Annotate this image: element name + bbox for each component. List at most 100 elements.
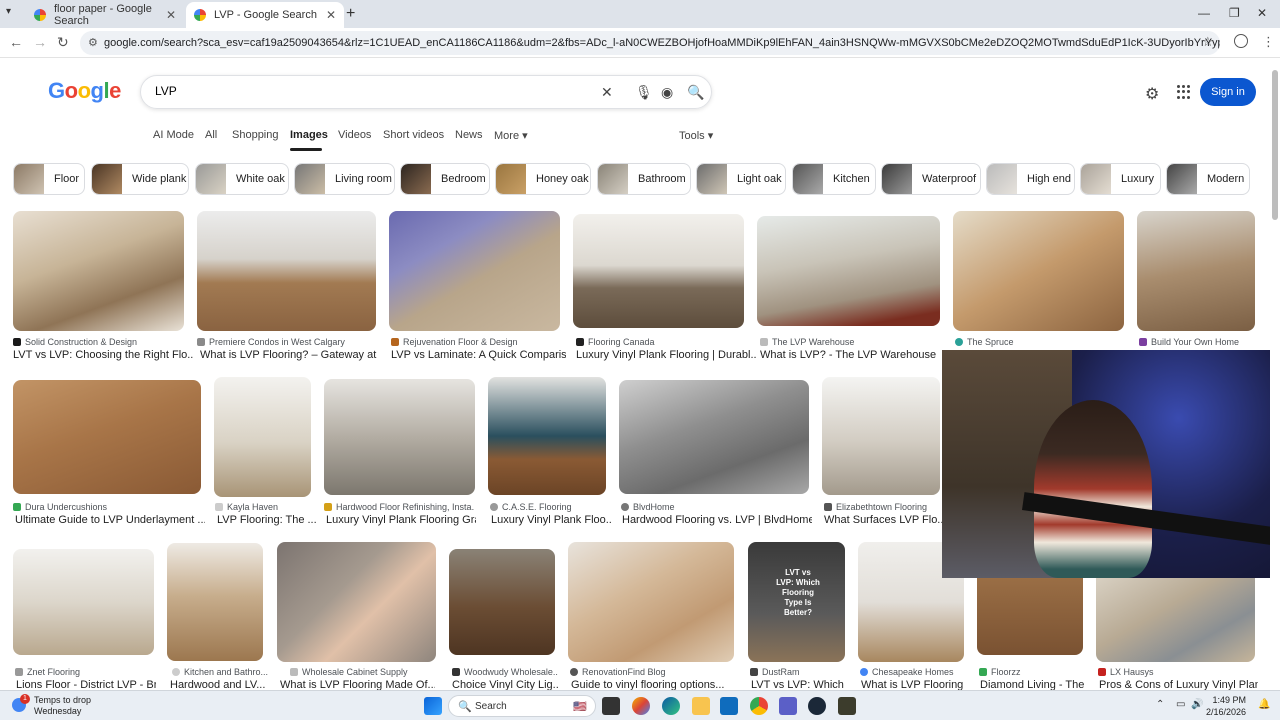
close-window-icon[interactable]: ✕ <box>1257 6 1267 20</box>
chip-living-room[interactable]: Living room <box>294 163 395 195</box>
tab-ai-mode[interactable]: AI Mode <box>153 129 194 141</box>
result-thumbnail[interactable] <box>619 380 809 494</box>
result-title[interactable]: LVP vs Laminate: A Quick Comparison <box>391 349 566 361</box>
chip-bathroom[interactable]: Bathroom <box>597 163 691 195</box>
result-source[interactable]: Woodwudy Wholesale... <box>452 667 558 677</box>
result-title[interactable]: Luxury Vinyl Plank Flooring Gra... <box>326 514 476 526</box>
tab-floor-paper[interactable]: floor paper - Google Search ✕ <box>26 2 184 28</box>
result-source[interactable]: C.A.S.E. Flooring <box>490 502 610 512</box>
result-source[interactable]: RenovationFind Blog <box>570 667 736 677</box>
scrollbar-thumb[interactable] <box>1272 70 1278 220</box>
google-apps-icon[interactable] <box>1177 85 1191 99</box>
result-source[interactable]: Rejuvenation Floor & Design <box>391 337 566 347</box>
outlook-icon[interactable] <box>720 697 738 715</box>
result-source[interactable]: Kayla Haven <box>215 502 315 512</box>
result-thumbnail[interactable] <box>449 549 555 655</box>
close-tab-icon[interactable]: ✕ <box>166 8 176 22</box>
app-icon[interactable] <box>838 697 856 715</box>
result-title[interactable]: What is LVP Flooring? – Gateway at ... <box>200 349 380 361</box>
search-input[interactable] <box>155 84 575 98</box>
settings-gear-icon[interactable]: ⚙ <box>1145 84 1159 104</box>
camera-lens-icon[interactable]: ◉ <box>661 84 673 101</box>
result-thumbnail[interactable] <box>389 211 560 331</box>
chip-light-oak[interactable]: Light oak <box>696 163 786 195</box>
chip-kitchen[interactable]: Kitchen <box>792 163 876 195</box>
result-title[interactable]: Hardwood Flooring vs. LVP | BlvdHome <box>622 514 812 526</box>
address-bar[interactable]: ⚙ google.com/search?sca_esv=caf19a250904… <box>80 31 1220 55</box>
page-scrollbar[interactable] <box>1270 58 1280 688</box>
result-source[interactable]: Solid Construction & Design <box>13 337 193 347</box>
result-source[interactable]: Dura Undercushions <box>13 502 203 512</box>
result-thumbnail[interactable] <box>488 377 606 495</box>
tab-short-videos[interactable]: Short videos <box>383 129 444 141</box>
result-thumbnail[interactable] <box>977 578 1083 655</box>
result-thumbnail[interactable] <box>277 542 436 662</box>
result-source[interactable]: Flooring Canada <box>576 337 756 347</box>
tab-videos[interactable]: Videos <box>338 129 371 141</box>
search-icon[interactable]: 🔍 <box>687 84 704 101</box>
result-thumbnail[interactable] <box>13 549 154 655</box>
chip-floor[interactable]: Floor <box>13 163 85 195</box>
result-source[interactable]: LX Hausys <box>1098 667 1257 677</box>
chip-modern[interactable]: Modern <box>1166 163 1250 195</box>
reload-icon[interactable]: ↻ <box>57 34 69 51</box>
result-title[interactable]: What Surfaces LVP Flo... <box>824 514 942 526</box>
result-thumbnail[interactable] <box>568 542 734 662</box>
taskbar-search[interactable]: 🔍 Search 🇺🇸 <box>448 695 596 717</box>
clear-icon[interactable]: ✕ <box>601 84 613 101</box>
result-thumbnail[interactable] <box>13 380 201 494</box>
result-source[interactable]: The Spruce <box>955 337 1125 347</box>
copilot-icon[interactable] <box>632 697 650 715</box>
google-logo[interactable]: Google <box>48 78 121 104</box>
tab-shopping[interactable]: Shopping <box>232 129 279 141</box>
tab-news[interactable]: News <box>455 129 483 141</box>
system-clock[interactable]: 1:49 PM 2/16/2026 <box>1206 694 1246 718</box>
restore-icon[interactable]: ❐ <box>1229 6 1240 20</box>
result-thumbnail[interactable]: LVT vs LVP: Which Flooring Type Is Bette… <box>748 542 845 662</box>
teams-icon[interactable] <box>779 697 797 715</box>
new-tab-icon[interactable]: + <box>346 5 355 23</box>
minimize-icon[interactable]: — <box>1198 6 1210 20</box>
result-title[interactable]: LVP Flooring: The ... <box>217 514 317 526</box>
chip-waterproof[interactable]: Waterproof <box>881 163 981 195</box>
edge-icon[interactable] <box>662 697 680 715</box>
tab-lvp[interactable]: LVP - Google Search ✕ <box>186 2 344 28</box>
sign-in-button[interactable]: Sign in <box>1200 78 1256 106</box>
result-thumbnail[interactable] <box>953 211 1124 331</box>
result-source[interactable]: DustRam <box>750 667 847 677</box>
profile-icon[interactable] <box>1234 34 1248 48</box>
file-explorer-icon[interactable] <box>692 697 710 715</box>
site-info-icon[interactable]: ⚙ <box>88 31 98 55</box>
result-title[interactable]: Ultimate Guide to LVP Underlayment ... <box>15 514 205 526</box>
result-source[interactable]: BlvdHome <box>621 502 811 512</box>
result-source[interactable]: Wholesale Cabinet Supply <box>290 667 440 677</box>
chip-white-oak[interactable]: White oak <box>195 163 289 195</box>
forward-icon[interactable]: → <box>33 34 47 50</box>
task-view-icon[interactable] <box>602 697 620 715</box>
microphone-icon[interactable]: 🎙 <box>635 84 653 101</box>
result-source[interactable]: Elizabethtown Flooring <box>824 502 942 512</box>
tab-all[interactable]: All <box>205 129 217 141</box>
tray-chevron-icon[interactable]: ⌃ <box>1156 699 1164 710</box>
result-title[interactable]: Luxury Vinyl Plank Floo... <box>491 514 611 526</box>
result-thumbnail[interactable] <box>1096 578 1255 662</box>
windows-start-icon[interactable] <box>424 697 442 715</box>
volume-icon[interactable]: 🔊 <box>1191 699 1203 710</box>
back-icon[interactable]: ← <box>9 34 23 50</box>
notifications-icon[interactable]: 🔔 <box>1258 699 1270 710</box>
chip-honey-oak[interactable]: Honey oak <box>495 163 591 195</box>
result-thumbnail[interactable] <box>573 214 744 328</box>
chrome-icon[interactable] <box>750 697 768 715</box>
result-thumbnail[interactable] <box>197 211 376 331</box>
result-title[interactable]: Luxury Vinyl Plank Flooring | Durabl... <box>576 349 756 361</box>
result-thumbnail[interactable] <box>324 379 475 495</box>
result-source[interactable]: Hardwood Floor Refinishing, Insta... <box>324 502 474 512</box>
steam-icon[interactable] <box>808 697 826 715</box>
result-thumbnail[interactable] <box>822 377 940 495</box>
result-thumbnail[interactable] <box>167 543 263 661</box>
tab-images[interactable]: Images <box>290 129 328 141</box>
result-thumbnail[interactable] <box>214 377 311 497</box>
result-source[interactable]: Chesapeake Homes <box>860 667 966 677</box>
result-title[interactable]: What is LVP? - The LVP Warehouse <box>760 349 940 361</box>
result-source[interactable]: Build Your Own Home <box>1139 337 1264 347</box>
